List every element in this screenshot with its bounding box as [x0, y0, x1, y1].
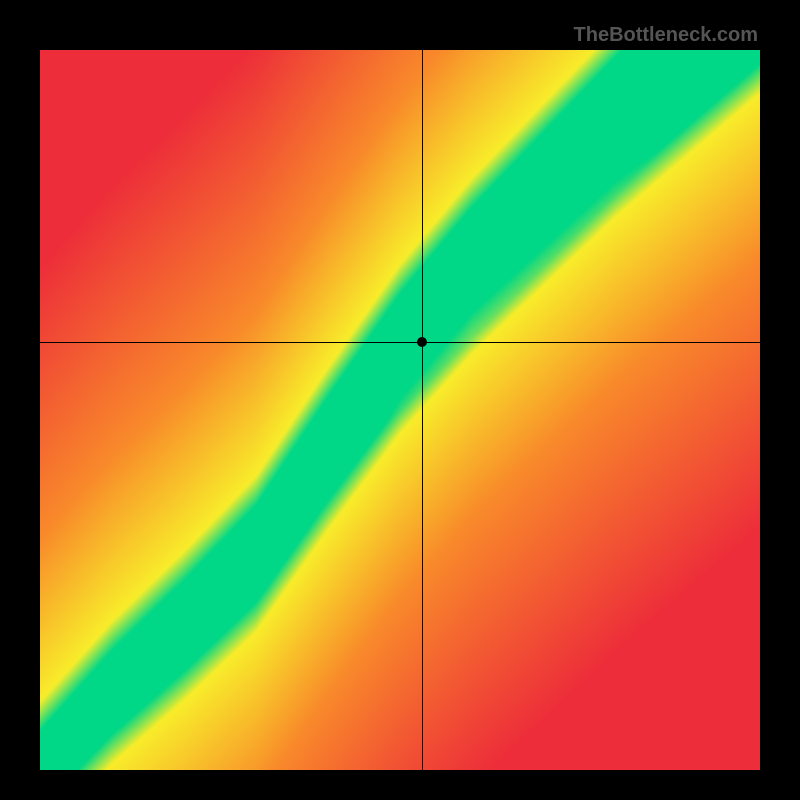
crosshair-vertical: [422, 50, 423, 770]
heatmap-canvas: [40, 50, 760, 770]
watermark-label: TheBottleneck.com: [574, 24, 758, 47]
marker-point: [417, 337, 427, 347]
chart-container: TheBottleneck.com: [20, 20, 780, 780]
heatmap-plot: [40, 50, 760, 770]
crosshair-horizontal: [40, 342, 760, 343]
